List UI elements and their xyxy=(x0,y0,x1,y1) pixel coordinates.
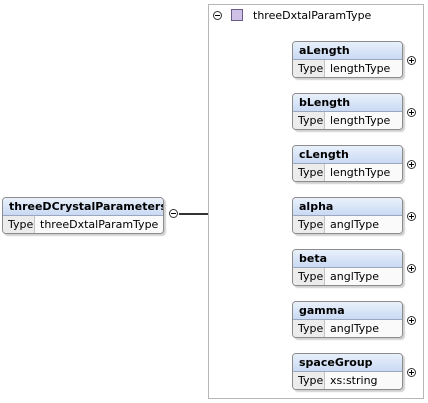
type-value: xs:string xyxy=(325,372,402,389)
element-name: threeDCrystalParameters xyxy=(3,198,163,216)
element-type-row: Type lengthType xyxy=(293,164,402,181)
child-element-gamma[interactable]: gamma Type anglType xyxy=(292,301,403,338)
child-element-spaceGroup[interactable]: spaceGroup Type xs:string xyxy=(292,353,403,390)
child-element-cLength[interactable]: cLength Type lengthType xyxy=(292,145,403,182)
element-name: gamma xyxy=(293,302,402,320)
type-value: lengthType xyxy=(325,164,402,181)
element-name: aLength xyxy=(293,42,402,60)
root-element-threeDCrystalParameters[interactable]: threeDCrystalParameters Type threeDxtalP… xyxy=(2,197,164,234)
element-type-row: Type lengthType xyxy=(293,112,402,129)
type-value: anglType xyxy=(325,320,402,337)
type-key: Type xyxy=(3,216,35,233)
plus-circle-icon[interactable] xyxy=(407,316,416,325)
type-value: anglType xyxy=(325,216,402,233)
element-type-row: Type lengthType xyxy=(293,60,402,77)
child-element-alpha[interactable]: alpha Type anglType xyxy=(292,197,403,234)
element-name: cLength xyxy=(293,146,402,164)
type-key: Type xyxy=(293,112,325,129)
child-element-bLength[interactable]: bLength Type lengthType xyxy=(292,93,403,130)
element-type-row: Type anglType xyxy=(293,268,402,285)
plus-circle-icon[interactable] xyxy=(407,160,416,169)
type-value: anglType xyxy=(325,268,402,285)
complex-type-header: threeDxtalParamType xyxy=(209,5,423,27)
element-type-row: Type threeDxtalParamType xyxy=(3,216,163,233)
type-key: Type xyxy=(293,216,325,233)
type-key: Type xyxy=(293,164,325,181)
type-key: Type xyxy=(293,60,325,77)
type-value: lengthType xyxy=(325,112,402,129)
plus-circle-icon[interactable] xyxy=(407,56,416,65)
type-value: threeDxtalParamType xyxy=(35,216,163,233)
element-name: spaceGroup xyxy=(293,354,402,372)
minus-circle-icon[interactable] xyxy=(169,209,178,218)
element-type-row: Type anglType xyxy=(293,320,402,337)
type-value: lengthType xyxy=(325,60,402,77)
type-key: Type xyxy=(293,268,325,285)
element-name: alpha xyxy=(293,198,402,216)
element-name: beta xyxy=(293,250,402,268)
complex-type-name: threeDxtalParamType xyxy=(253,9,372,22)
type-key: Type xyxy=(293,372,325,389)
element-type-row: Type anglType xyxy=(293,216,402,233)
plus-circle-icon[interactable] xyxy=(407,108,416,117)
element-type-row: Type xs:string xyxy=(293,372,402,389)
plus-circle-icon[interactable] xyxy=(407,212,416,221)
child-element-beta[interactable]: beta Type anglType xyxy=(292,249,403,286)
plus-circle-icon[interactable] xyxy=(407,264,416,273)
child-element-aLength[interactable]: aLength Type lengthType xyxy=(292,41,403,78)
complex-type-icon xyxy=(231,9,243,21)
element-name: bLength xyxy=(293,94,402,112)
type-key: Type xyxy=(293,320,325,337)
plus-circle-icon[interactable] xyxy=(407,368,416,377)
minus-circle-icon[interactable] xyxy=(213,11,222,20)
